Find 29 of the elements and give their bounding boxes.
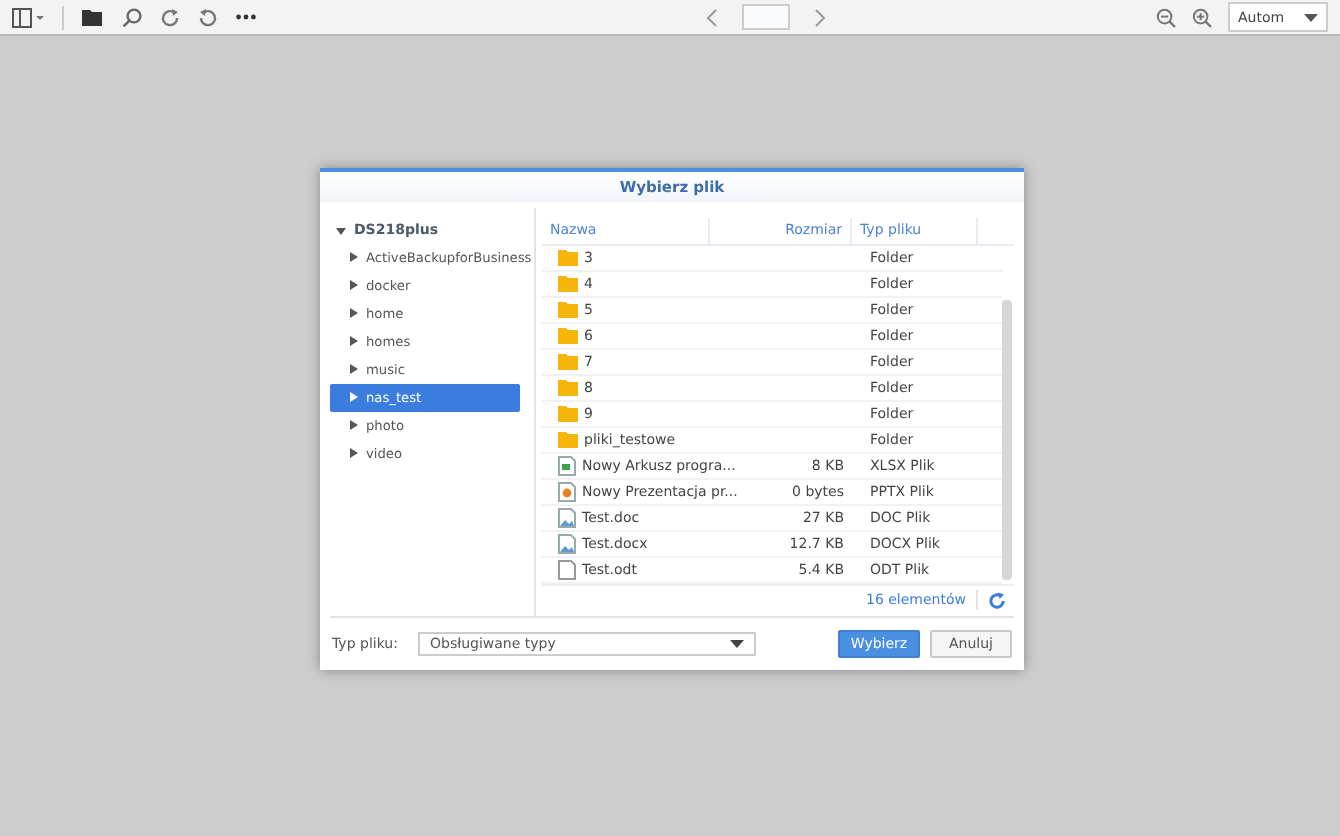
- spreadsheet-file-icon: [558, 455, 576, 476]
- page-field[interactable]: [742, 4, 790, 30]
- document-file-icon: [558, 533, 576, 554]
- rotate-left-icon[interactable]: [198, 7, 218, 27]
- rotate-right-icon[interactable]: [160, 7, 180, 27]
- blank-file-icon: [558, 559, 576, 580]
- caret-icon: [350, 420, 358, 431]
- caret-icon: [350, 252, 358, 263]
- next-icon[interactable]: [814, 7, 826, 27]
- zoom-out-icon[interactable]: [1156, 7, 1176, 27]
- caret-icon: [350, 336, 358, 347]
- sidebar-icon[interactable]: [12, 7, 44, 27]
- zoom-in-icon[interactable]: [1192, 7, 1212, 27]
- caret-icon: [350, 392, 358, 403]
- caret-icon: [350, 308, 358, 319]
- folder-icon[interactable]: [82, 8, 104, 26]
- refresh-icon[interactable]: [988, 591, 1006, 610]
- caret-icon: [730, 639, 744, 648]
- presentation-file-icon: [558, 481, 576, 502]
- caret-icon: [350, 448, 358, 459]
- search-icon[interactable]: [122, 7, 142, 27]
- caret-icon: [1304, 13, 1318, 21]
- scrollbar-thumb[interactable]: [1002, 299, 1012, 580]
- more-icon[interactable]: [236, 14, 256, 20]
- caret-icon: [350, 364, 358, 375]
- previous-icon[interactable]: [706, 7, 718, 27]
- document-file-icon: [558, 507, 576, 528]
- caret-icon: [336, 225, 346, 236]
- caret-icon: [350, 280, 358, 291]
